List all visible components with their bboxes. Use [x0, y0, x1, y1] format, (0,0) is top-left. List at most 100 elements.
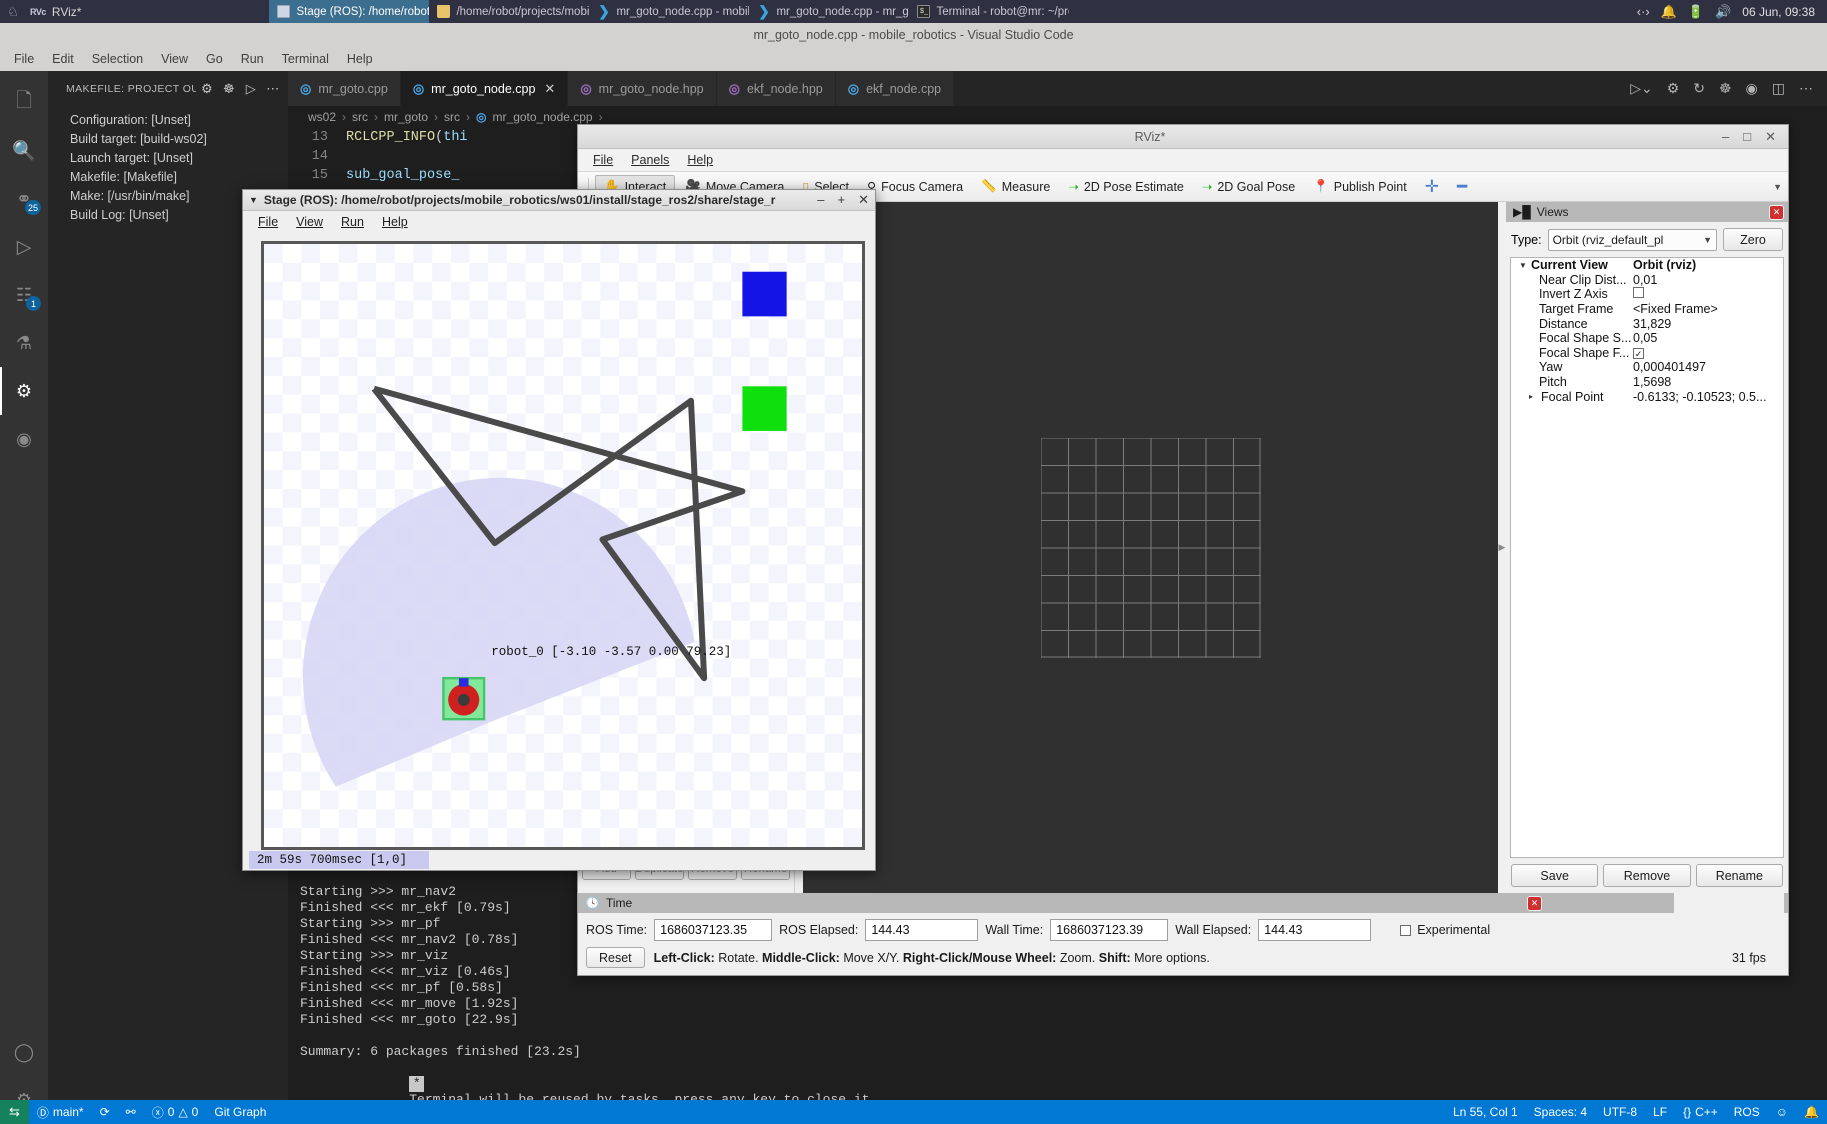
stage-maximize-button[interactable]: + [838, 192, 846, 208]
experimental-toggle[interactable]: Experimental [1400, 923, 1490, 937]
activity-accounts-icon[interactable]: ◯ [0, 1028, 48, 1076]
outline-row-configuration[interactable]: Configuration: [Unset] [48, 110, 288, 129]
status-eol[interactable]: LF [1645, 1105, 1675, 1119]
battery-icon[interactable]: 🔋 [1688, 4, 1704, 20]
activity-source-control-icon[interactable]: ⚭ 25 [0, 175, 48, 223]
menu-terminal[interactable]: Terminal [274, 50, 337, 68]
stage-menu-help[interactable]: Help [375, 213, 415, 231]
experimental-checkbox[interactable] [1400, 924, 1412, 936]
rviz-menu-help[interactable]: Help [680, 151, 720, 169]
breadcrumb-item-2[interactable]: mr_goto [384, 110, 428, 124]
save-view-button[interactable]: Save [1511, 864, 1599, 887]
right-splitter-handle[interactable]: ▶ [1498, 202, 1506, 893]
stage-menu-view[interactable]: View [289, 213, 330, 231]
tab-mr-goto-cpp[interactable]: ◎ mr_goto.cpp [288, 71, 401, 106]
taskbar-task-2[interactable]: ❯ mr_goto_node.cpp - mobile_... [589, 0, 749, 23]
outline-row-launch-target[interactable]: Launch target: [Unset] [48, 148, 288, 167]
focal-shape-fixed-checkbox[interactable]: ✓ [1633, 347, 1644, 359]
prop-row-focal-shape-fixed-size[interactable]: Focal Shape F... ✓ [1511, 346, 1783, 361]
wall-time-input[interactable]: 1686037123.39 [1050, 919, 1169, 941]
configure-icon[interactable]: ⚙ [196, 81, 218, 97]
taskbar-task-1[interactable]: /home/robot/projects/mobil... [429, 0, 589, 23]
tool-publish-point[interactable]: 📍 Publish Point [1305, 176, 1415, 197]
expand-twisty-icon[interactable]: ▼ [1519, 261, 1528, 270]
views-zero-button[interactable]: Zero [1723, 228, 1783, 251]
rviz-menu-file[interactable]: File [586, 151, 620, 169]
activity-makefile-icon[interactable]: ⚙ [0, 367, 48, 415]
stage-simulation-canvas[interactable]: robot_0 [-3.10 -3.57 0.00 79.23] [261, 240, 865, 850]
prop-row-yaw[interactable]: Yaw 0,000401497 [1511, 360, 1783, 375]
rviz-3d-view[interactable] [803, 202, 1498, 893]
status-encoding[interactable]: UTF-8 [1595, 1105, 1645, 1119]
prop-row-invert-z-axis[interactable]: Invert Z Axis [1511, 287, 1783, 302]
tool-remove[interactable]: ━ [1449, 174, 1475, 200]
expand-twisty-icon[interactable]: ▸ [1529, 392, 1538, 401]
breadcrumb-item-0[interactable]: ws02 [308, 110, 336, 124]
window-menu-icon[interactable]: ▼ [249, 195, 258, 205]
blue-box[interactable] [742, 271, 787, 317]
status-feedback[interactable]: ☺ [1768, 1105, 1796, 1119]
taskbar-task-0[interactable]: Stage (ROS): /home/robot/pr... [269, 0, 430, 23]
rviz-minimize-button[interactable]: – [1722, 129, 1729, 145]
invert-z-axis-checkbox[interactable] [1633, 287, 1644, 299]
status-git-graph[interactable]: Git Graph [206, 1105, 274, 1119]
network-icon[interactable]: ‹·› [1637, 4, 1650, 19]
menu-view[interactable]: View [153, 50, 196, 68]
activity-ros-icon[interactable]: ◉ [0, 415, 48, 463]
status-problems[interactable]: ⓧ 0 △ 0 [144, 1104, 207, 1121]
status-ros[interactable]: ROS [1726, 1105, 1768, 1119]
views-type-combo[interactable]: Orbit (rviz_default_pl ▼ [1547, 228, 1717, 251]
prop-row-focal-point[interactable]: ▸ Focal Point -0.6133; -0.10523; 0.5... [1511, 389, 1783, 404]
time-close-icon[interactable]: ✕ [1527, 895, 1542, 911]
menu-help[interactable]: Help [339, 50, 381, 68]
tab-ekf-node-hpp[interactable]: ◎ ekf_node.hpp [716, 71, 836, 106]
prop-row-target-frame[interactable]: Target Frame <Fixed Frame> [1511, 302, 1783, 317]
menu-run[interactable]: Run [233, 50, 272, 68]
status-cursor-position[interactable]: Ln 55, Col 1 [1445, 1105, 1526, 1119]
tool-2d-pose-estimate[interactable]: ➝ 2D Pose Estimate [1060, 176, 1192, 197]
tool-add[interactable]: ✛ [1417, 174, 1447, 200]
activity-extensions-icon[interactable]: ☷ 1 [0, 271, 48, 319]
views-close-icon[interactable]: ✕ [1769, 204, 1784, 220]
ros-time-input[interactable]: 1686037123.35 [654, 919, 773, 941]
clock-label[interactable]: 06 Jun, 09:38 [1742, 5, 1815, 19]
refresh-icon[interactable]: ↻ [1693, 80, 1705, 97]
taskbar-task-4[interactable]: $_ Terminal - robot@mr: ~/proj... [909, 0, 1069, 23]
wall-elapsed-input[interactable]: 144.43 [1258, 919, 1372, 941]
status-indentation[interactable]: Spaces: 4 [1526, 1105, 1595, 1119]
run-with-debug-icon[interactable]: ▷⌄ [1630, 80, 1653, 97]
menu-go[interactable]: Go [198, 50, 231, 68]
remove-view-button[interactable]: Remove [1603, 864, 1691, 887]
prop-row-near-clip-distance[interactable]: Near Clip Dist... 0,01 [1511, 273, 1783, 288]
tab-mr-goto-node-cpp[interactable]: ◎ mr_goto_node.cpp ✕ [400, 71, 569, 106]
prop-row-pitch[interactable]: Pitch 1,5698 [1511, 375, 1783, 390]
tab-mr-goto-node-hpp[interactable]: ◎ mr_goto_node.hpp [568, 71, 717, 106]
taskbar-task-3[interactable]: ❯ mr_goto_node.cpp - mr_goto... [749, 0, 909, 23]
activity-testing-icon[interactable]: ⚗ [0, 319, 48, 367]
stage-menu-run[interactable]: Run [334, 213, 371, 231]
toolbar-overflow-icon[interactable]: ▼ [1773, 182, 1788, 192]
ubuntu-activities-icon[interactable]: ♘ [0, 4, 26, 20]
more-actions-icon[interactable]: ◉ [1746, 80, 1758, 97]
outline-row-makefile[interactable]: Makefile: [Makefile] [48, 167, 288, 186]
bell-icon[interactable]: 🔔 [1661, 4, 1677, 20]
status-language[interactable]: {} C++ [1675, 1105, 1726, 1119]
prop-row-current-view[interactable]: ▼ Current View Orbit (rviz) [1511, 258, 1783, 273]
menu-selection[interactable]: Selection [84, 50, 151, 68]
ros-elapsed-input[interactable]: 144.43 [865, 919, 979, 941]
reset-button[interactable]: Reset [586, 947, 645, 968]
views-property-tree[interactable]: ▼ Current View Orbit (rviz) Near Clip Dis… [1510, 257, 1784, 858]
tab-ekf-node-cpp[interactable]: ◎ ekf_node.cpp [835, 71, 955, 106]
rviz-close-button[interactable]: ✕ [1765, 129, 1776, 145]
breadcrumb-item-1[interactable]: src [352, 110, 368, 124]
activity-explorer-icon[interactable]: 🗋 [0, 79, 48, 127]
status-remote-window[interactable]: ⇆ [0, 1100, 29, 1124]
rename-view-button[interactable]: Rename [1695, 864, 1783, 887]
prop-row-distance[interactable]: Distance 31,829 [1511, 316, 1783, 331]
more-icon[interactable]: ⋯ [262, 81, 284, 97]
debug-icon[interactable]: ☸ [218, 81, 240, 97]
debug-icon[interactable]: ☸ [1719, 80, 1732, 97]
run-icon[interactable]: ▷ [240, 81, 262, 97]
stage-menu-file[interactable]: File [251, 213, 285, 231]
active-app-label[interactable]: RVᴄ RViz* [26, 5, 91, 19]
